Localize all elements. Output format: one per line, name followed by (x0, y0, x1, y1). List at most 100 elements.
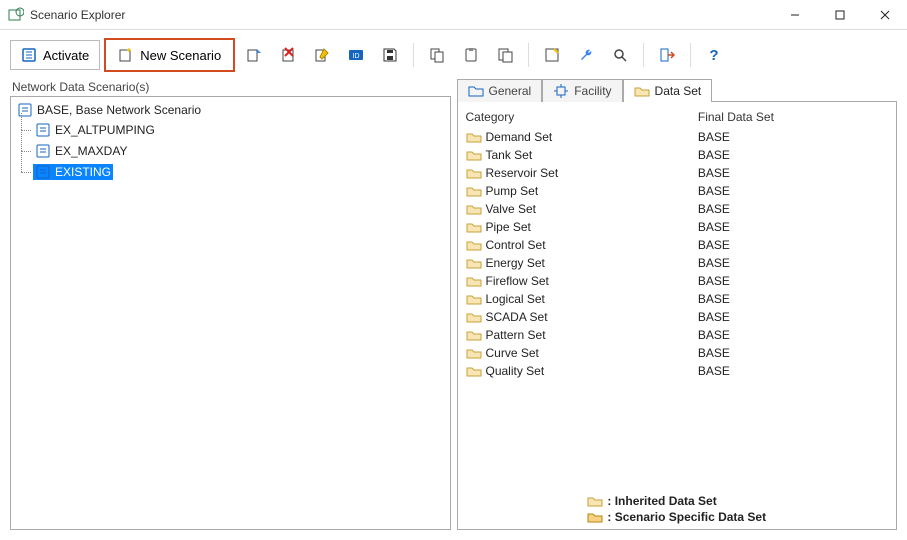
inherited-folder-icon (466, 129, 482, 145)
tree-child-node[interactable]: EX_ALTPUMPING (33, 121, 448, 142)
id-button[interactable]: ID (341, 40, 371, 70)
inherited-folder-icon (466, 147, 482, 163)
import-icon (246, 47, 262, 63)
dataset-row[interactable]: Tank SetBASE (466, 146, 889, 164)
dataset-legend: : Inherited Data Set : Scenario Specific… (587, 493, 766, 525)
tab-facility[interactable]: Facility (542, 79, 622, 102)
dataset-row[interactable]: Reservoir Set BASE (466, 164, 889, 182)
column-final: Final Data Set (698, 110, 888, 124)
dataset-row[interactable]: Curve SetBASE (466, 344, 889, 362)
delete-button[interactable] (273, 40, 303, 70)
window-title: Scenario Explorer (30, 8, 125, 22)
find-button[interactable] (605, 40, 635, 70)
tree-node-label: EX_ALTPUMPING (55, 123, 155, 137)
notes-button[interactable] (537, 40, 567, 70)
maximize-button[interactable] (817, 0, 862, 30)
tree-node-label: EXISTING (55, 165, 111, 179)
scenario-icon (35, 122, 51, 138)
dataset-final-value: BASE (698, 256, 888, 270)
exit-button[interactable] (652, 40, 682, 70)
scenario-icon (17, 102, 33, 118)
dataset-row[interactable]: Demand SetBASE (466, 128, 889, 146)
tree-node-label: BASE, Base Network Scenario (37, 103, 201, 117)
new-scenario-button[interactable]: New Scenario (104, 38, 235, 72)
inherited-folder-icon (466, 327, 482, 343)
dataset-row[interactable]: Control Set BASE (466, 236, 889, 254)
edit-button[interactable] (307, 40, 337, 70)
dataset-row[interactable]: Pattern SetBASE (466, 326, 889, 344)
tab-data-set-label: Data Set (655, 84, 702, 98)
inherited-folder-icon (466, 363, 482, 379)
dataset-row[interactable]: Quality SetBASE (466, 362, 889, 380)
legend-inherited-label: : Inherited Data Set (607, 494, 716, 508)
scenario-tree-header: Network Data Scenario(s) (10, 78, 451, 96)
activate-button[interactable]: Activate (10, 40, 100, 70)
dataset-row[interactable]: Energy SetBASE (466, 254, 889, 272)
scenario-tree[interactable]: BASE, Base Network Scenario EX_ALTPUMPIN… (10, 96, 451, 530)
copy-icon (429, 47, 445, 63)
inherited-folder-icon (466, 201, 482, 217)
exit-icon (659, 47, 675, 63)
dataset-list: Demand SetBASETank SetBASEReservoir SetB… (466, 128, 889, 489)
wrench-icon (578, 47, 594, 63)
inherited-folder-icon (466, 237, 482, 253)
inherited-folder-icon (466, 345, 482, 361)
dataset-row[interactable]: Valve SetBASE (466, 200, 889, 218)
dataset-category-label: Logical Set (486, 292, 545, 306)
dataset-final-value: BASE (698, 274, 888, 288)
tree-child-node[interactable]: EX_MAXDAY (33, 142, 448, 163)
inherited-folder-icon (466, 165, 482, 181)
toolbar-separator-3 (643, 43, 644, 67)
content-area: Network Data Scenario(s) BASE, Base Netw… (0, 78, 907, 540)
inherited-folder-icon (466, 255, 482, 271)
dataset-row[interactable]: SCADA Set BASE (466, 308, 889, 326)
dataset-category-label: Pump Set (486, 184, 539, 198)
facility-icon (553, 83, 569, 99)
dataset-final-value: BASE (698, 220, 888, 234)
new-scenario-label: New Scenario (140, 48, 221, 63)
tab-data-set[interactable]: Data Set (623, 79, 713, 102)
dataset-row[interactable]: Pipe SetBASE (466, 218, 889, 236)
close-button[interactable] (862, 0, 907, 30)
scenario-icon (35, 143, 51, 159)
help-button[interactable]: ? (699, 40, 729, 70)
scenario-icon (35, 164, 51, 180)
import-button[interactable] (239, 40, 269, 70)
paste-button[interactable] (456, 40, 486, 70)
svg-text:?: ? (710, 47, 719, 63)
inherited-folder-icon (466, 273, 482, 289)
dataset-category-label: Curve Set (486, 346, 539, 360)
tools-button[interactable] (571, 40, 601, 70)
titlebar: Scenario Explorer (0, 0, 907, 30)
dataset-category-label: Demand Set (486, 130, 553, 144)
detail-tabs: General Facility Data Set (457, 78, 898, 101)
dataset-final-value: BASE (698, 148, 888, 162)
tab-facility-label: Facility (574, 84, 611, 98)
dataset-final-value: BASE (698, 238, 888, 252)
tree-root-node[interactable]: BASE, Base Network Scenario EX_ALTPUMPIN… (15, 101, 448, 185)
dataset-folder-icon (634, 83, 650, 99)
dataset-category-label: SCADA Set (486, 310, 548, 324)
dataset-row[interactable]: Fireflow SetBASE (466, 272, 889, 290)
tree-child-node[interactable]: EXISTING (33, 163, 448, 184)
folder-icon (468, 83, 484, 99)
minimize-button[interactable] (772, 0, 817, 30)
duplicate-button[interactable] (490, 40, 520, 70)
tab-general[interactable]: General (457, 79, 543, 102)
dataset-category-label: Valve Set (486, 202, 536, 216)
toolbar: Activate New Scenario ID ? (0, 30, 907, 78)
copy-button[interactable] (422, 40, 452, 70)
dataset-row[interactable]: Pump SetBASE (466, 182, 889, 200)
dataset-final-value: BASE (698, 310, 888, 324)
dataset-category-label: Control Set (486, 238, 546, 252)
help-icon: ? (706, 47, 722, 63)
legend-specific-label: : Scenario Specific Data Set (607, 510, 766, 524)
activate-label: Activate (43, 48, 89, 63)
save-button[interactable] (375, 40, 405, 70)
dataset-category-label: Reservoir Set (486, 166, 559, 180)
dataset-category-label: Quality Set (486, 364, 545, 378)
dataset-row[interactable]: Logical SetBASE (466, 290, 889, 308)
app-icon (8, 7, 24, 23)
dataset-category-label: Pattern Set (486, 328, 546, 342)
dataset-final-value: BASE (698, 166, 888, 180)
